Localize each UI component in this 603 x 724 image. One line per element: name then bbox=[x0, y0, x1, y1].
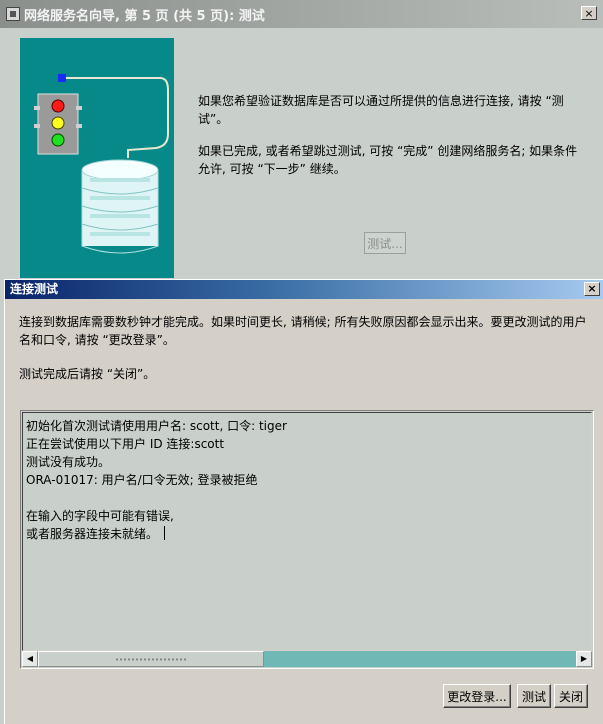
scroll-right-arrow-icon[interactable]: ▶ bbox=[576, 651, 592, 667]
test-output-frame: 初始化首次测试请使用用户名: scott, 口令: tiger 正在尝试使用以下… bbox=[22, 412, 592, 651]
scroll-track[interactable] bbox=[38, 651, 576, 667]
log-line: 在输入的字段中可能有错误, bbox=[26, 509, 174, 523]
scroll-left-arrow-icon[interactable]: ◀ bbox=[22, 651, 38, 667]
wizard-paragraph-test: 如果您希望验证数据库是否可以通过所提供的信息进行连接, 请按 “测试”。 bbox=[198, 94, 564, 126]
dialog-instructions: 连接到数据库需要数秒钟才能完成。如果时间更长, 请稍候; 所有失败原因都会显示出… bbox=[19, 313, 589, 399]
test-button[interactable]: 测试 bbox=[517, 684, 551, 708]
test-output-textarea[interactable]: 初始化首次测试请使用用户名: scott, 口令: tiger 正在尝试使用以下… bbox=[20, 410, 594, 669]
wizard-title: 网络服务名向导, 第 5 页 (共 5 页): 测试 bbox=[24, 8, 265, 24]
dialog-close-button[interactable]: × bbox=[584, 282, 600, 296]
test-output-text: 初始化首次测试请使用用户名: scott, 口令: tiger 正在尝试使用以下… bbox=[26, 417, 287, 543]
wizard-close-button[interactable]: × bbox=[581, 6, 597, 20]
dialog-title: 连接测试 bbox=[10, 282, 59, 296]
dialog-close-hint: 测试完成后请按 “关闭”。 bbox=[19, 367, 156, 381]
log-line-text: 或者服务器连接未就绪。 bbox=[26, 527, 159, 541]
log-line: 正在尝试使用以下用户 ID 连接:scott bbox=[26, 437, 225, 451]
wizard-test-button[interactable]: 测试... bbox=[364, 232, 406, 254]
traffic-light-database-icon bbox=[34, 74, 169, 254]
log-line-last: 或者服务器连接未就绪。 bbox=[26, 525, 287, 543]
app-icon bbox=[6, 7, 20, 21]
text-caret bbox=[164, 526, 166, 540]
log-line: 初始化首次测试请使用用户名: scott, 口令: tiger bbox=[26, 419, 287, 433]
dialog-title-bar: 连接测试 bbox=[5, 280, 603, 299]
wizard-window: 网络服务名向导, 第 5 页 (共 5 页): 测试 × 如果您希望验证数据库是… bbox=[0, 0, 603, 290]
scroll-thumb[interactable] bbox=[38, 651, 264, 667]
log-line: 测试没有成功。 bbox=[26, 455, 111, 469]
wizard-title-bar: 网络服务名向导, 第 5 页 (共 5 页): 测试 bbox=[0, 0, 603, 28]
wizard-illustration bbox=[20, 38, 174, 278]
horizontal-scrollbar[interactable]: ◀ ▶ bbox=[22, 651, 592, 667]
connection-test-dialog: 连接测试 × 连接到数据库需要数秒钟才能完成。如果时间更长, 请稍候; 所有失败… bbox=[4, 279, 603, 724]
wizard-paragraph-finish: 如果已完成, 或者希望跳过测试, 可按 “完成” 创建网络服务名; 如果条件允许… bbox=[198, 144, 578, 176]
log-line: ORA-01017: 用户名/口令无效; 登录被拒绝 bbox=[26, 473, 258, 487]
wizard-description: 如果您希望验证数据库是否可以通过所提供的信息进行连接, 请按 “测试”。 如果已… bbox=[198, 92, 588, 192]
close-button[interactable]: 关闭 bbox=[554, 684, 588, 708]
change-login-button[interactable]: 更改登录... bbox=[443, 684, 511, 708]
scroll-grip-icon bbox=[115, 657, 187, 662]
dialog-intro-text: 连接到数据库需要数秒钟才能完成。如果时间更长, 请稍候; 所有失败原因都会显示出… bbox=[19, 315, 587, 347]
